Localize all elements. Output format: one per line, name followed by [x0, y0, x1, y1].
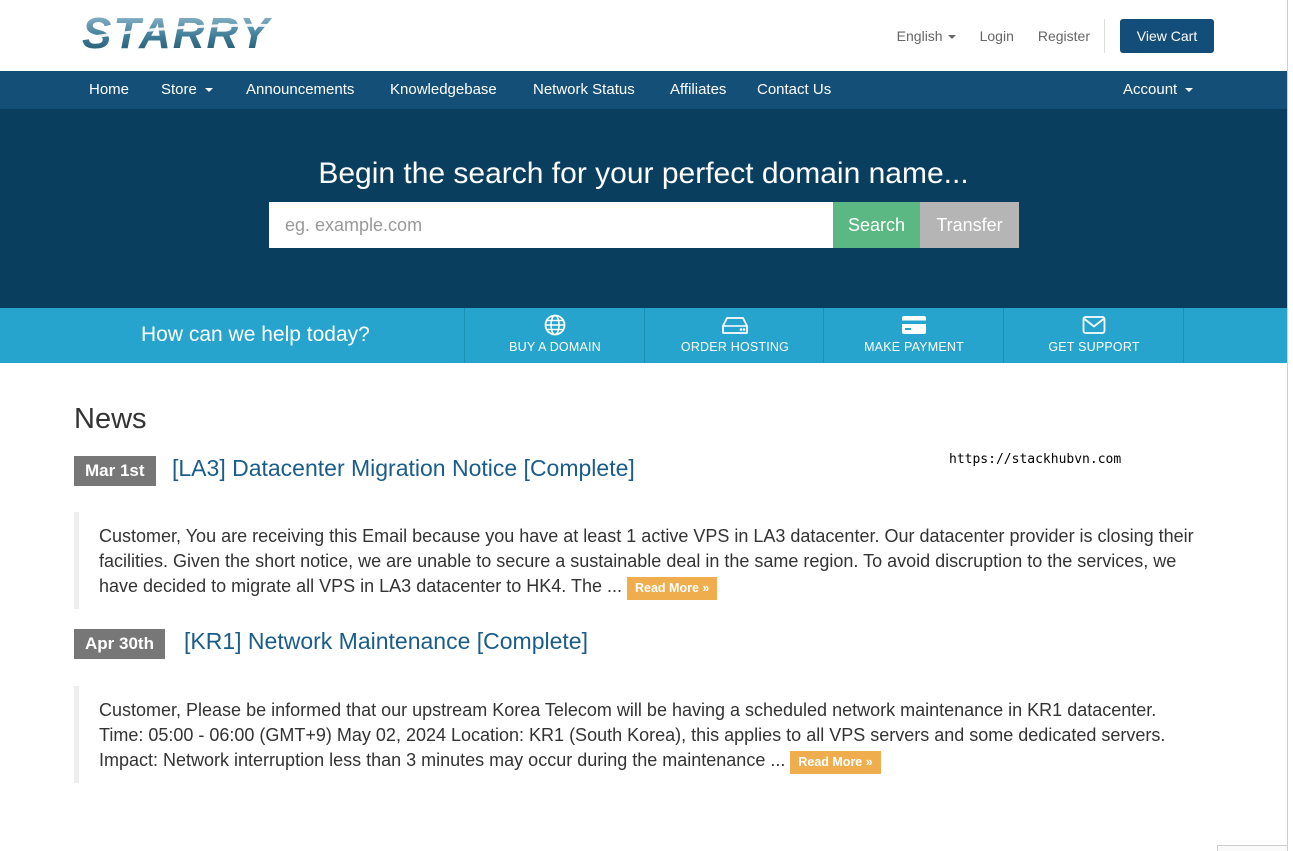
make-payment-tile[interactable]: MAKE PAYMENT	[823, 308, 1003, 363]
nav-home[interactable]: Home	[89, 71, 129, 109]
language-label: English	[896, 28, 943, 44]
nav-account[interactable]: Account	[1123, 71, 1194, 109]
news-excerpt: Customer, Please be informed that our up…	[74, 686, 1204, 783]
nav-affiliates[interactable]: Affiliates	[670, 71, 726, 109]
caret-down-icon	[204, 88, 213, 93]
view-cart-button[interactable]: View Cart	[1120, 19, 1214, 53]
tile-label: BUY A DOMAIN	[509, 340, 601, 354]
hero-title: Begin the search for your perfect domain…	[318, 157, 969, 190]
buy-domain-tile[interactable]: BUY A DOMAIN	[464, 308, 644, 363]
divider	[1183, 308, 1184, 363]
starry-logo[interactable]: STARRY	[80, 8, 294, 58]
main-navbar: Home Store Announcements Knowledgebase N…	[0, 71, 1287, 109]
news-date-badge: Apr 30th	[74, 629, 165, 659]
nav-announcements[interactable]: Announcements	[246, 71, 354, 109]
news-heading: News	[74, 403, 147, 435]
server-icon	[645, 314, 825, 336]
help-prompt: How can we help today?	[141, 323, 370, 346]
tile-label: MAKE PAYMENT	[864, 340, 964, 354]
site-header: STARRY English Login Register View Cart	[0, 0, 1287, 71]
login-link[interactable]: Login	[980, 28, 1014, 44]
get-support-tile[interactable]: GET SUPPORT	[1003, 308, 1183, 363]
order-hosting-tile[interactable]: ORDER HOSTING	[644, 308, 824, 363]
caret-down-icon	[947, 35, 956, 40]
recaptcha-badge-edge	[1217, 845, 1287, 851]
globe-icon	[465, 314, 645, 336]
language-dropdown[interactable]: English	[897, 28, 956, 44]
read-more-button[interactable]: Read More »	[790, 751, 881, 774]
nav-store-label: Store	[161, 81, 197, 98]
register-link[interactable]: Register	[1038, 28, 1090, 44]
help-bar: How can we help today? BUY A DOMAIN ORDE…	[0, 308, 1287, 363]
scrollbar-track[interactable]	[1287, 0, 1293, 851]
news-excerpt: Customer, You are receiving this Email b…	[74, 512, 1204, 609]
news-date-badge: Mar 1st	[74, 456, 156, 486]
domain-search-input[interactable]	[269, 202, 833, 248]
nav-contact-us[interactable]: Contact Us	[757, 71, 831, 109]
tile-label: ORDER HOSTING	[680, 340, 790, 354]
domain-search-hero: Begin the search for your perfect domain…	[0, 109, 1287, 308]
news-title-link[interactable]: [LA3] Datacenter Migration Notice [Compl…	[172, 455, 635, 482]
transfer-button[interactable]: Transfer	[920, 202, 1019, 248]
search-button[interactable]: Search	[833, 202, 920, 248]
credit-card-icon	[824, 314, 1004, 336]
read-more-button[interactable]: Read More »	[627, 577, 718, 600]
news-excerpt-text: Customer, Please be informed that our up…	[99, 700, 1166, 770]
tile-label: GET SUPPORT	[1048, 340, 1140, 354]
nav-network-status[interactable]: Network Status	[533, 71, 635, 109]
divider	[1104, 19, 1105, 53]
caret-down-icon	[1185, 88, 1194, 93]
nav-knowledgebase[interactable]: Knowledgebase	[390, 71, 497, 109]
top-links: English Login Register View Cart	[873, 19, 1214, 53]
news-title-link[interactable]: [KR1] Network Maintenance [Complete]	[184, 628, 588, 655]
watermark-url: https://stackhubvn.com	[949, 452, 1122, 467]
envelope-icon	[1004, 314, 1184, 336]
nav-store[interactable]: Store	[161, 71, 213, 109]
nav-account-label: Account	[1123, 81, 1178, 98]
